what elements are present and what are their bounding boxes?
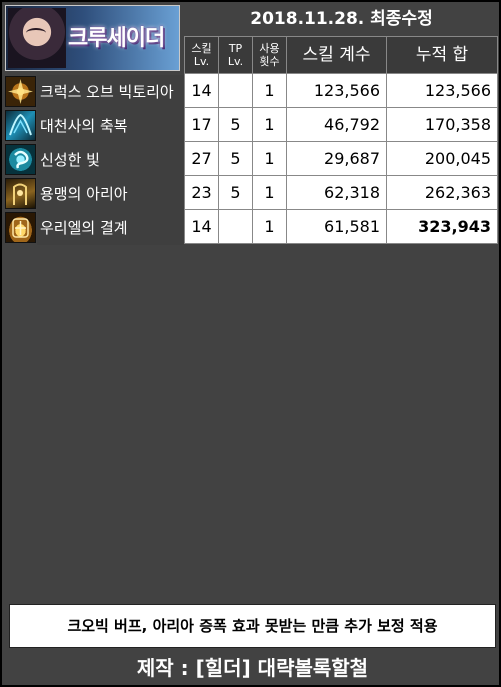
credit-footer: 제작 : [힐더] 대략볼록할철 bbox=[136, 656, 369, 680]
cell-cumulative: 170,358 bbox=[386, 107, 498, 142]
col-header-skill-lv: 스킬 Lv. bbox=[184, 36, 219, 74]
notice-box: 크오빅 버프, 아리아 증폭 효과 못받는 만큼 추가 보정 적용 bbox=[9, 604, 496, 648]
cell-skill-lv: 23 bbox=[184, 175, 219, 210]
col-header-tp-lv: TP Lv. bbox=[218, 36, 253, 74]
cell-use-count: 1 bbox=[252, 107, 287, 142]
skill-name: 신성한 빛 bbox=[37, 143, 184, 177]
page-frame: 크루세이더 2018.11.28. 최종수정 크럭스 오브 빅토리아 대천사의 … bbox=[2, 2, 499, 685]
cell-skill-coef: 46,792 bbox=[286, 107, 387, 142]
cell-tp-lv bbox=[218, 209, 253, 244]
skill-row: 대천사의 축복 bbox=[5, 109, 184, 143]
cell-skill-lv: 27 bbox=[184, 141, 219, 176]
cell-skill-lv: 14 bbox=[184, 209, 219, 244]
cell-skill-lv: 14 bbox=[184, 73, 219, 108]
cell-skill-coef: 29,687 bbox=[286, 141, 387, 176]
skill-name: 대천사의 축복 bbox=[37, 109, 184, 143]
cell-use-count: 1 bbox=[252, 141, 287, 176]
cell-cumulative: 123,566 bbox=[386, 73, 498, 108]
class-banner: 크루세이더 bbox=[5, 5, 180, 71]
skill-name: 우리엘의 결계 bbox=[37, 211, 184, 245]
table-row: 14 1 61,581 323,943 bbox=[184, 209, 498, 244]
col-header-skill-coef: 스킬 계수 bbox=[286, 36, 387, 74]
table-row: 14 1 123,566 123,566 bbox=[184, 73, 498, 108]
skill-row: 우리엘의 결계 bbox=[5, 211, 184, 245]
cell-cumulative: 262,363 bbox=[386, 175, 498, 210]
table-row: 17 5 1 46,792 170,358 bbox=[184, 107, 498, 142]
cell-cumulative: 200,045 bbox=[386, 141, 498, 176]
skill-row: 크럭스 오브 빅토리아 bbox=[5, 75, 184, 109]
skill-name-list: 크럭스 오브 빅토리아 대천사의 축복 신성한 빛 용맹의 아리아 우리엘의 결… bbox=[5, 75, 184, 245]
col-header-use-count: 사용 횟수 bbox=[252, 36, 287, 74]
cell-tp-lv bbox=[218, 73, 253, 108]
col-header-cumulative: 누적 합 bbox=[386, 36, 498, 74]
banner-title: 크루세이더 bbox=[68, 26, 165, 51]
cell-tp-lv: 5 bbox=[218, 141, 253, 176]
skill-row: 신성한 빛 bbox=[5, 143, 184, 177]
cell-skill-coef: 123,566 bbox=[286, 73, 387, 108]
character-portrait bbox=[8, 8, 66, 68]
cell-cumulative-total: 323,943 bbox=[386, 209, 498, 244]
uriel-barrier-icon bbox=[5, 212, 36, 243]
cell-skill-coef: 62,318 bbox=[286, 175, 387, 210]
cell-skill-coef: 61,581 bbox=[286, 209, 387, 244]
table-header-row: 스킬 Lv. TP Lv. 사용 횟수 스킬 계수 누적 합 bbox=[184, 36, 498, 74]
holy-light-icon bbox=[5, 144, 36, 175]
cell-skill-lv: 17 bbox=[184, 107, 219, 142]
cell-use-count: 1 bbox=[252, 175, 287, 210]
cell-use-count: 1 bbox=[252, 73, 287, 108]
skill-row: 용맹의 아리아 bbox=[5, 177, 184, 211]
update-date-title: 2018.11.28. 최종수정 bbox=[250, 9, 433, 29]
table-row: 23 5 1 62,318 262,363 bbox=[184, 175, 498, 210]
cell-tp-lv: 5 bbox=[218, 175, 253, 210]
archangel-blessing-icon bbox=[5, 110, 36, 141]
aria-of-courage-icon bbox=[5, 178, 36, 209]
crux-of-victoria-icon bbox=[5, 76, 36, 107]
skill-name: 용맹의 아리아 bbox=[37, 177, 184, 211]
skill-table: 스킬 Lv. TP Lv. 사용 횟수 스킬 계수 누적 합 14 1 123,… bbox=[184, 36, 498, 244]
cell-tp-lv: 5 bbox=[218, 107, 253, 142]
cell-use-count: 1 bbox=[252, 209, 287, 244]
table-row: 27 5 1 29,687 200,045 bbox=[184, 141, 498, 176]
skill-name: 크럭스 오브 빅토리아 bbox=[37, 75, 184, 109]
